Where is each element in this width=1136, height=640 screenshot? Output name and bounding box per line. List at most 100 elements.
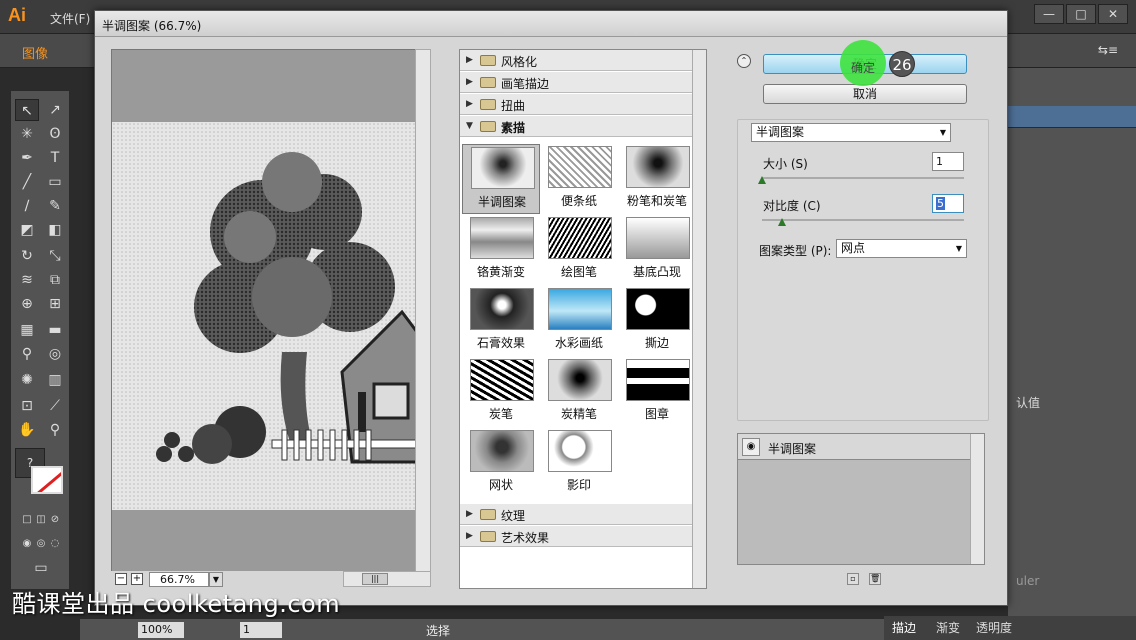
category-stylize[interactable]: ▶ 风格化: [460, 50, 692, 71]
collapse-gallery-icon[interactable]: ⌃: [737, 54, 751, 68]
size-slider-track[interactable]: [762, 177, 964, 179]
category-artistic[interactable]: ▶ 艺术效果: [460, 526, 692, 547]
shape-builder-tool-icon[interactable]: ⊕: [15, 293, 39, 315]
effect-layer-row[interactable]: ◉ 半调图案: [738, 434, 970, 460]
direct-selection-tool-icon[interactable]: ↗: [43, 99, 67, 121]
category-brush-strokes[interactable]: ▶ 画笔描边: [460, 72, 692, 93]
minimize-button[interactable]: —: [1034, 4, 1064, 24]
tab-gradient[interactable]: 渐变: [936, 619, 960, 636]
contrast-field[interactable]: 5: [932, 194, 964, 213]
draw-inside-icon[interactable]: ◌: [43, 533, 67, 555]
layer-row[interactable]: [1008, 106, 1136, 128]
expand-arrow-icon: ▶: [466, 509, 473, 519]
size-slider-knob[interactable]: [758, 176, 766, 184]
contrast-value: 5: [936, 197, 945, 210]
dialog-titlebar[interactable]: 半调图案 (66.7%): [95, 11, 1007, 37]
symbol-sprayer-tool-icon[interactable]: ✺: [15, 369, 39, 391]
pencil-tool-icon[interactable]: ✎: [43, 195, 67, 217]
filter-thumb-graphic-pen[interactable]: 绘图笔: [540, 215, 618, 285]
preview-horizontal-scrollbar[interactable]: |||: [343, 571, 431, 587]
blob-brush-tool-icon[interactable]: ◩: [15, 219, 39, 241]
zoom-level-field[interactable]: 100%: [138, 622, 184, 638]
preview-pane[interactable]: [111, 49, 431, 579]
type-tool-icon[interactable]: T: [43, 147, 67, 169]
control-label-image[interactable]: 图像: [22, 43, 48, 62]
contrast-slider-track[interactable]: [762, 219, 964, 221]
slice-tool-icon[interactable]: ⟋: [43, 395, 67, 417]
tab-transparency[interactable]: 透明度: [976, 619, 1012, 636]
filter-label: 图章: [644, 407, 669, 421]
fill-stroke-swatches[interactable]: ?: [13, 446, 69, 496]
filter-thumb-reticulation[interactable]: 网状: [462, 428, 540, 498]
new-effect-layer-icon[interactable]: ▫: [847, 573, 859, 585]
thumb-image: [470, 359, 534, 401]
gallery-scrollbar[interactable]: [692, 50, 706, 588]
lasso-tool-icon[interactable]: ʘ: [43, 123, 67, 145]
filter-thumb-photocopy[interactable]: 影印: [540, 428, 618, 498]
scroll-thumb[interactable]: |||: [362, 573, 388, 585]
right-panel-text-ruler: uler: [1016, 574, 1040, 588]
mesh-tool-icon[interactable]: ▦: [15, 319, 39, 341]
category-texture[interactable]: ▶ 纹理: [460, 504, 692, 525]
filter-thumb-chalk-charcoal[interactable]: 粉笔和炭笔: [618, 144, 696, 214]
preview-vertical-scrollbar[interactable]: [415, 49, 431, 579]
filter-thumb-bas-relief[interactable]: 基底凸现: [618, 215, 696, 285]
rectangle-tool-icon[interactable]: ▭: [43, 171, 67, 193]
tab-stroke[interactable]: 描边: [892, 619, 916, 636]
filter-thumb-water-paper[interactable]: 水彩画纸: [540, 286, 618, 356]
menu-file[interactable]: 文件(F): [50, 10, 90, 27]
artboard-tool-icon[interactable]: ⊡: [15, 395, 39, 417]
blend-tool-icon[interactable]: ◎: [43, 343, 67, 365]
perspective-grid-tool-icon[interactable]: ⊞: [43, 293, 67, 315]
filter-thumb-torn-edges[interactable]: 撕边: [618, 286, 696, 356]
free-transform-tool-icon[interactable]: ⧉: [43, 269, 67, 291]
layers-scrollbar[interactable]: [970, 434, 984, 564]
stroke-swatch-none[interactable]: [31, 466, 63, 494]
scale-tool-icon[interactable]: ⤡: [43, 245, 67, 267]
panel-menu-icon[interactable]: ⇆≡: [1098, 43, 1118, 57]
size-field[interactable]: 1: [932, 152, 964, 171]
filter-select[interactable]: 半调图案 ▼: [751, 123, 951, 142]
category-sketch[interactable]: ▼ 素描: [460, 116, 692, 137]
category-label: 纹理: [501, 509, 526, 523]
selection-tool-icon[interactable]: ↖: [15, 99, 39, 121]
cancel-button[interactable]: 取消: [763, 84, 967, 104]
gradient-tool-icon[interactable]: ▬: [43, 319, 67, 341]
column-graph-tool-icon[interactable]: ▥: [43, 369, 67, 391]
magic-wand-tool-icon[interactable]: ✳: [15, 123, 39, 145]
status-bar: 100% 1 选择: [80, 618, 1008, 640]
maximize-button[interactable]: □: [1066, 4, 1096, 24]
warp-tool-icon[interactable]: ≋: [15, 269, 39, 291]
category-distort[interactable]: ▶ 扭曲: [460, 94, 692, 115]
filter-label: 网状: [488, 478, 513, 492]
filter-label: 便条纸: [560, 194, 597, 208]
filter-thumb-conte-crayon[interactable]: 炭精笔: [540, 357, 618, 427]
eyedropper-tool-icon[interactable]: ⚲: [15, 343, 39, 365]
filter-thumb-plaster[interactable]: 石膏效果: [462, 286, 540, 356]
hand-tool-icon[interactable]: ✋: [15, 419, 39, 441]
close-window-button[interactable]: ✕: [1098, 4, 1128, 24]
pen-tool-icon[interactable]: ✒: [15, 147, 39, 169]
eraser-tool-icon[interactable]: ◧: [43, 219, 67, 241]
eye-icon[interactable]: ◉: [742, 438, 760, 456]
filter-thumb-chrome[interactable]: 铬黄渐变: [462, 215, 540, 285]
pattern-type-select[interactable]: 网点 ▼: [836, 239, 967, 258]
thumb-image: [626, 146, 690, 188]
none-mode-icon[interactable]: ⊘: [43, 509, 67, 531]
artboard-number-field[interactable]: 1: [240, 622, 282, 638]
filter-thumb-note-paper[interactable]: 便条纸: [540, 144, 618, 214]
contrast-slider-knob[interactable]: [778, 218, 787, 226]
step-badge: 26: [889, 51, 915, 77]
screen-mode-icon[interactable]: ▭: [29, 557, 53, 579]
line-tool-icon[interactable]: ╱: [15, 171, 39, 193]
delete-effect-layer-icon[interactable]: 🗑: [869, 573, 881, 585]
rotate-tool-icon[interactable]: ↻: [15, 245, 39, 267]
zoom-tool-icon[interactable]: ⚲: [43, 419, 67, 441]
filter-thumb-halftone[interactable]: 半调图案: [462, 144, 540, 214]
filter-thumb-charcoal[interactable]: 炭笔: [462, 357, 540, 427]
filter-thumb-stamp[interactable]: 图章: [618, 357, 696, 427]
thumb-image: [626, 217, 690, 259]
thumb-image: [626, 288, 690, 330]
paintbrush-tool-icon[interactable]: ∕: [15, 195, 39, 217]
folder-icon: [480, 77, 496, 88]
